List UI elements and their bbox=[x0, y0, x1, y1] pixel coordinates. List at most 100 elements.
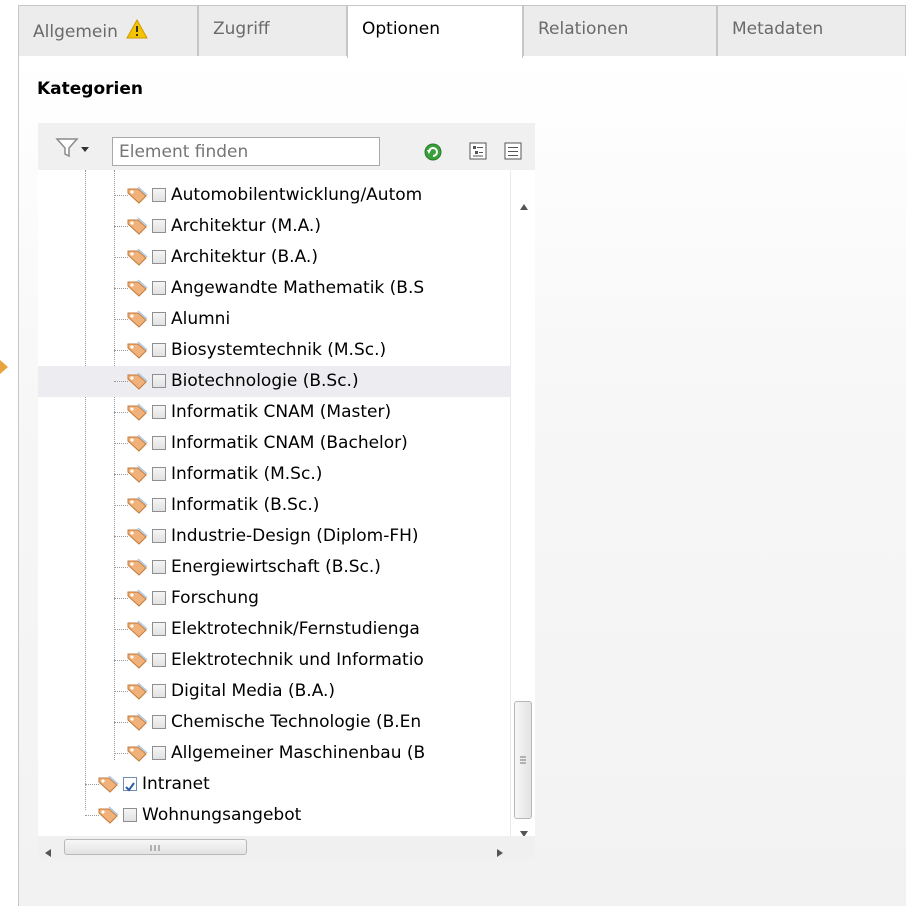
checkbox[interactable] bbox=[152, 653, 166, 667]
tree-item-label: Industrie-Design (Diplom-FH) bbox=[171, 526, 419, 546]
category-tag-icon bbox=[126, 402, 150, 427]
search-input[interactable] bbox=[112, 137, 380, 166]
category-tag-icon bbox=[126, 588, 150, 613]
tree-item[interactable]: Forschung bbox=[38, 583, 510, 614]
expand-all-icon[interactable] bbox=[468, 141, 490, 168]
checkbox[interactable] bbox=[152, 467, 166, 481]
tree-item[interactable]: Intranet bbox=[38, 769, 510, 800]
options-panel: Kategorien Element finden Automobilentwi… bbox=[18, 56, 906, 906]
category-tag-icon bbox=[97, 774, 121, 799]
tree-item-label: Biotechnologie (B.Sc.) bbox=[171, 371, 359, 391]
tree-item[interactable]: Biosystemtechnik (M.Sc.) bbox=[38, 335, 510, 366]
tree-item-label: Digital Media (B.A.) bbox=[171, 681, 336, 701]
checkmark-icon bbox=[125, 782, 135, 792]
vertical-scrollbar[interactable] bbox=[510, 170, 535, 836]
tree-item[interactable]: Elektrotechnik/Fernstudienga bbox=[38, 614, 510, 645]
checkbox[interactable] bbox=[152, 591, 166, 605]
tree-item-label: Forschung bbox=[171, 588, 259, 608]
tree-item[interactable]: Informatik (M.Sc.) bbox=[38, 459, 510, 490]
tree-item[interactable]: Architektur (M.A.) bbox=[38, 211, 510, 242]
category-tag-icon bbox=[126, 216, 150, 241]
grip-icon bbox=[150, 845, 160, 851]
section-title: Kategorien bbox=[37, 79, 143, 99]
horizontal-scroll-thumb[interactable] bbox=[64, 839, 247, 855]
tree-item-label: Chemische Technologie (B.En bbox=[171, 712, 422, 732]
category-tag-icon bbox=[126, 681, 150, 706]
tree-item[interactable]: Elektrotechnik und Informatio bbox=[38, 645, 510, 676]
tab-relationen[interactable]: Relationen bbox=[523, 5, 717, 57]
tree-item[interactable]: Informatik (B.Sc.) bbox=[38, 490, 510, 521]
tree-item-label: Allgemeiner Maschinenbau (B bbox=[171, 743, 426, 763]
tree-item-label: Informatik CNAM (Master) bbox=[171, 402, 392, 422]
category-tag-icon bbox=[126, 464, 150, 489]
category-tag-icon bbox=[126, 650, 150, 675]
checkbox[interactable] bbox=[152, 250, 166, 264]
tree-item[interactable]: Chemische Technologie (B.En bbox=[38, 707, 510, 738]
scroll-right-arrow-icon[interactable] bbox=[496, 843, 504, 863]
category-tag-icon bbox=[126, 278, 150, 303]
tree-item-label: Automobilentwicklung/Autom bbox=[171, 185, 423, 205]
checkbox[interactable] bbox=[152, 312, 166, 326]
tree-item-label: Alumni bbox=[171, 309, 231, 329]
tree-item[interactable]: Alumni bbox=[38, 304, 510, 335]
tree-item[interactable]: Informatik CNAM (Master) bbox=[38, 397, 510, 428]
filter-dropdown-button[interactable] bbox=[54, 137, 94, 164]
checkbox[interactable] bbox=[152, 560, 166, 574]
checkbox[interactable] bbox=[152, 281, 166, 295]
tab-label: Optionen bbox=[362, 19, 440, 39]
checkbox[interactable] bbox=[152, 436, 166, 450]
checkbox[interactable] bbox=[152, 529, 166, 543]
category-tree[interactable]: Automobilentwicklung/Autom Architektur (M… bbox=[38, 170, 535, 836]
scroll-down-arrow-icon[interactable] bbox=[519, 823, 529, 836]
checkbox[interactable] bbox=[152, 684, 166, 698]
category-tag-icon bbox=[126, 340, 150, 365]
scroll-up-arrow-icon[interactable] bbox=[519, 196, 529, 216]
tree-item[interactable]: Allgemeiner Maschinenbau (B bbox=[38, 738, 510, 769]
checkbox[interactable] bbox=[152, 622, 166, 636]
checkbox[interactable] bbox=[152, 715, 166, 729]
tab-bar: Allgemein Zugriff Optionen Relationen Me… bbox=[0, 0, 906, 58]
tree-item-label: Biosystemtechnik (M.Sc.) bbox=[171, 340, 387, 360]
tab-zugriff[interactable]: Zugriff bbox=[198, 5, 347, 57]
category-tag-icon bbox=[126, 526, 150, 551]
category-tag-icon bbox=[126, 371, 150, 396]
tree-item[interactable]: Industrie-Design (Diplom-FH) bbox=[38, 521, 510, 552]
checkbox[interactable] bbox=[152, 746, 166, 760]
collapse-handle-marker[interactable] bbox=[0, 360, 8, 374]
category-tag-icon bbox=[126, 619, 150, 644]
checkbox[interactable] bbox=[152, 219, 166, 233]
tree-item[interactable]: Automobilentwicklung/Autom bbox=[38, 180, 510, 211]
checkbox[interactable] bbox=[152, 405, 166, 419]
tab-label: Zugriff bbox=[213, 19, 270, 39]
checkbox[interactable] bbox=[123, 808, 137, 822]
tree-item[interactable]: Wohnungsangebot bbox=[38, 800, 510, 831]
horizontal-scrollbar[interactable] bbox=[38, 836, 535, 859]
tree-item[interactable]: Energiewirtschaft (B.Sc.) bbox=[38, 552, 510, 583]
tree-row-partial bbox=[38, 170, 510, 180]
vertical-scroll-thumb[interactable] bbox=[514, 701, 532, 819]
tree-item[interactable]: Informatik CNAM (Bachelor) bbox=[38, 428, 510, 459]
checkbox-checked[interactable] bbox=[123, 777, 137, 792]
tab-metadaten[interactable]: Metadaten bbox=[717, 5, 906, 57]
category-tag-icon bbox=[126, 743, 150, 768]
tree-toolbar bbox=[38, 123, 535, 170]
refresh-icon[interactable] bbox=[422, 141, 446, 168]
tree-item-label: Elektrotechnik/Fernstudienga bbox=[171, 619, 420, 639]
scroll-left-arrow-icon[interactable] bbox=[44, 843, 52, 863]
tree-item-label: Architektur (B.A.) bbox=[171, 247, 318, 267]
checkbox[interactable] bbox=[152, 498, 166, 512]
checkbox[interactable] bbox=[152, 188, 166, 202]
collapse-all-icon[interactable] bbox=[503, 141, 525, 168]
tab-label: Relationen bbox=[538, 19, 629, 39]
tree-item-label: Energiewirtschaft (B.Sc.) bbox=[171, 557, 381, 577]
tree-item[interactable]: Angewandte Mathematik (B.S bbox=[38, 273, 510, 304]
checkbox[interactable] bbox=[152, 343, 166, 357]
tree-item[interactable]: Architektur (B.A.) bbox=[38, 242, 510, 273]
tree-item[interactable]: Digital Media (B.A.) bbox=[38, 676, 510, 707]
checkbox[interactable] bbox=[152, 374, 166, 388]
tree-item-label: Informatik (M.Sc.) bbox=[171, 464, 323, 484]
tab-optionen[interactable]: Optionen bbox=[347, 5, 523, 58]
category-tag-icon bbox=[126, 433, 150, 458]
tree-item[interactable]: Biotechnologie (B.Sc.) bbox=[38, 366, 510, 397]
tab-allgemein[interactable]: Allgemein bbox=[18, 5, 198, 57]
